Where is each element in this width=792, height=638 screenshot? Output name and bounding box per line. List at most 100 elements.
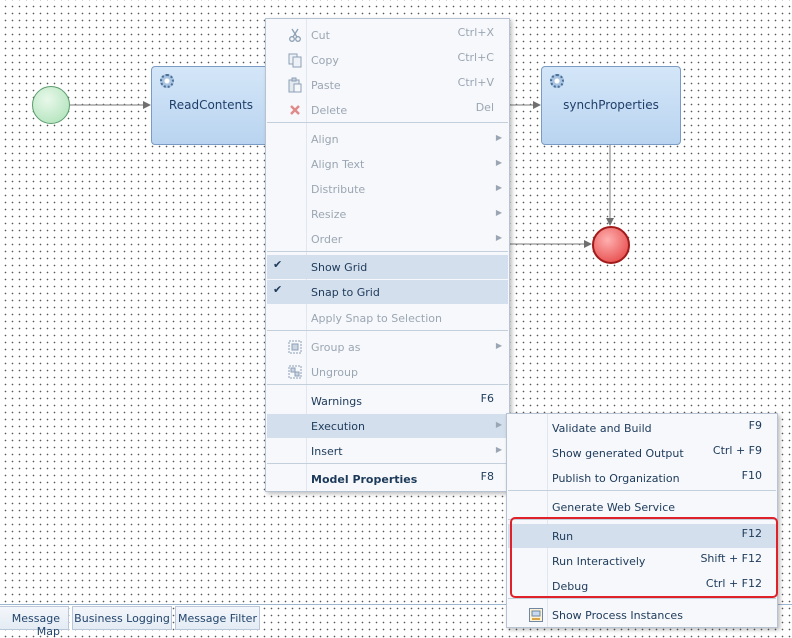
menu-item-label: Execution [311,420,365,433]
menu-item-group-as[interactable]: Group as ▶ [267,335,508,359]
submenu-arrow-icon: ▶ [495,420,502,429]
menu-item-paste[interactable]: Paste Ctrl+V [267,73,508,97]
menu-item-shortcut: Ctrl+V [457,76,494,89]
menu-item-label: Cut [311,29,330,42]
submenu-arrow-icon: ▶ [495,208,502,217]
menu-item-validate-build[interactable]: Validate and Build F9 [508,416,776,440]
menu-item-shortcut: F6 [480,392,494,405]
copy-icon [287,52,303,68]
menu-separator [267,463,508,464]
submenu-arrow-icon: ▶ [495,183,502,192]
menu-item-label: Validate and Build [552,422,652,435]
menu-item-shortcut: F8 [480,470,494,483]
task-label: synchProperties [563,98,659,112]
menu-item-model-properties[interactable]: Model Properties F8 [267,467,508,491]
menu-item-label: Align [311,133,339,146]
menu-item-delete[interactable]: Delete Del [267,98,508,122]
tab-business-logging[interactable]: Business Logging [72,606,172,630]
menu-item-order[interactable]: Order ▶ [267,227,508,251]
submenu-arrow-icon: ▶ [495,341,502,350]
execution-submenu: Validate and Build F9 Show generated Out… [506,413,778,628]
task-read-contents[interactable]: ReadContents [151,66,271,145]
menu-item-label: Snap to Grid [311,286,380,299]
menu-item-label: Apply Snap to Selection [311,312,442,325]
menu-item-shortcut: Del [475,101,494,114]
paste-icon [287,77,303,93]
menu-item-execution[interactable]: Execution ▶ [267,414,508,438]
menu-item-show-process-instances[interactable]: Show Process Instances [508,603,776,627]
menu-separator [508,519,776,520]
menu-item-show-grid[interactable]: ✔ Show Grid [267,255,508,279]
menu-item-run[interactable]: Run F12 [508,524,776,548]
menu-item-apply-snap[interactable]: Apply Snap to Selection [267,306,508,330]
menu-item-copy[interactable]: Copy Ctrl+C [267,48,508,72]
menu-separator [267,251,508,252]
submenu-arrow-icon: ▶ [495,133,502,142]
menu-item-label: Generate Web Service [552,501,676,514]
menu-item-label: Publish to Organization [552,472,680,485]
scissors-icon [287,27,303,43]
menu-item-label: Delete [311,104,348,117]
menu-item-label: Copy [311,54,339,67]
menu-item-shortcut: Ctrl + F12 [705,577,762,590]
process-instances-icon [528,607,544,623]
end-event[interactable] [592,226,630,264]
checkmark-icon: ✔ [273,283,283,296]
menu-separator [267,122,508,123]
menu-item-label: Paste [311,79,341,92]
delete-icon [287,102,303,118]
menu-item-label: Show generated Output [552,447,684,460]
menu-item-generate-web-service[interactable]: Generate Web Service [508,495,776,519]
menu-item-shortcut: Ctrl+C [457,51,494,64]
submenu-arrow-icon: ▶ [495,233,502,242]
service-task-icon [550,74,564,88]
tab-message-map[interactable]: Message Map [0,606,69,638]
menu-item-snap-to-grid[interactable]: ✔ Snap to Grid [267,280,508,304]
menu-item-label: Group as [311,341,361,354]
menu-item-align[interactable]: Align ▶ [267,127,508,151]
menu-item-label: Order [311,233,343,246]
menu-item-label: Ungroup [311,366,358,379]
context-menu: Cut Ctrl+X Copy Ctrl+C Paste Ctrl+V Dele… [265,18,510,492]
menu-separator [508,598,776,599]
menu-item-shortcut: F12 [741,527,762,540]
menu-item-shortcut: F9 [748,419,762,432]
tab-message-filter[interactable]: Message Filter [175,606,260,630]
submenu-arrow-icon: ▶ [495,158,502,167]
menu-item-shortcut: Ctrl + F9 [712,444,762,457]
menu-item-debug[interactable]: Debug Ctrl + F12 [508,574,776,598]
menu-item-label: Debug [552,580,589,593]
checkmark-icon: ✔ [273,258,283,271]
menu-item-show-generated-output[interactable]: Show generated Output Ctrl + F9 [508,441,776,465]
tab-label: Message Map [11,612,60,638]
menu-item-insert[interactable]: Insert ▶ [267,439,508,463]
tab-label: Message Filter [178,612,257,625]
menu-item-shortcut: Ctrl+X [457,26,494,39]
menu-item-align-text[interactable]: Align Text ▶ [267,152,508,176]
menu-item-shortcut: F10 [741,469,762,482]
menu-item-label: Distribute [311,183,366,196]
menu-item-resize[interactable]: Resize ▶ [267,202,508,226]
task-label: ReadContents [168,98,254,112]
menu-item-label: Resize [311,208,347,221]
menu-item-label: Insert [311,445,343,458]
menu-item-label: Run [552,530,574,543]
menu-item-warnings[interactable]: Warnings F6 [267,389,508,413]
menu-separator [267,384,508,385]
task-synch-properties[interactable]: synchProperties [541,66,681,145]
group-icon [287,339,303,355]
menu-item-label: Warnings [311,395,362,408]
menu-separator [508,490,776,491]
menu-item-publish-to-organization[interactable]: Publish to Organization F10 [508,466,776,490]
menu-item-cut[interactable]: Cut Ctrl+X [267,23,508,47]
ungroup-icon [287,364,303,380]
menu-item-ungroup[interactable]: Ungroup [267,360,508,384]
menu-item-distribute[interactable]: Distribute ▶ [267,177,508,201]
menu-item-run-interactively[interactable]: Run Interactively Shift + F12 [508,549,776,573]
menu-item-label: Model Properties [311,473,418,486]
tab-label: Business Logging [74,612,170,625]
menu-item-label: Align Text [311,158,365,171]
menu-item-shortcut: Shift + F12 [700,552,762,565]
submenu-arrow-icon: ▶ [495,445,502,454]
start-event[interactable] [32,86,70,124]
